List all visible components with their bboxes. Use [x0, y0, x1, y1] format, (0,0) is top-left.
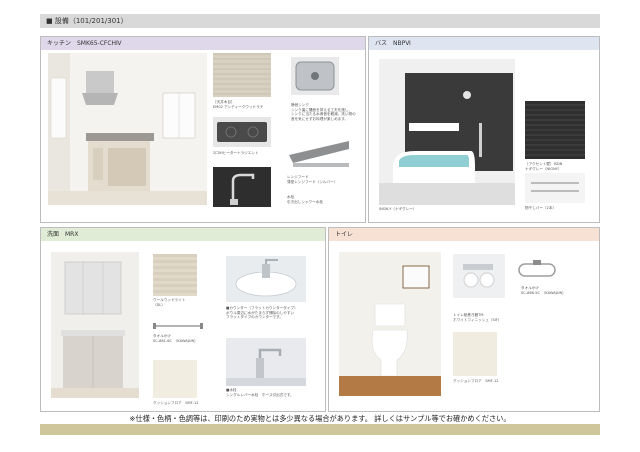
- towel-bar-caption: タオルかけ SC-881-6C （KAWAJUN）: [153, 334, 198, 343]
- range-hood-caption: レンジフード 薄型レンジフード（シルバー）: [287, 175, 338, 184]
- wash-wood-swatch: [153, 254, 197, 296]
- sink-caption: 静音シンク シンク裏に騒音を抑える工夫を施し、 シンクに当たる水滴音を軽減。洗い…: [291, 103, 356, 121]
- bath-title: バス NBPⅥ: [369, 37, 599, 50]
- paper-holder-caption: トイレ紙巻き器TM ホワイトフィニッシュ（SIF）: [453, 313, 502, 322]
- toilet-floor-swatch: [453, 332, 497, 376]
- footer-bar: [40, 424, 600, 435]
- vanity-photo: [51, 252, 139, 398]
- range-hood-photo: [285, 137, 355, 171]
- wash-faucet-photo: [226, 338, 306, 386]
- counter-caption: ■カウンター（フラットカウンタータイプ） ボウル周辺に水がたまらず掃除のしやすい…: [226, 306, 298, 319]
- toilet-title: トイレ: [329, 228, 599, 241]
- accent-wall-panel-caption: ［アクセント壁］ISDN ナギグレー（NIGNY）: [525, 162, 563, 171]
- faucet-caption: 水栓 引き出しシャワー水栓: [287, 195, 323, 204]
- bath-section: バス NBPⅥ INGN-Y（ナギグレー） ［アクセント壁］ISDN ナギグレー…: [368, 36, 600, 223]
- kitchen-scene: [48, 53, 207, 205]
- counter-photo: [226, 256, 306, 302]
- washroom-section: 洗面 MRX ウールウッドライト （DL） タオルかけ SC-881-6C （K…: [40, 227, 326, 412]
- kitchen-title: キッチン SMK65-CFCHⅣ: [41, 37, 365, 50]
- bathroom-caption: INGN-Y（ナギグレー）: [379, 207, 417, 211]
- wood-sample-swatch: [213, 53, 271, 97]
- faucet-photo: [213, 167, 271, 207]
- wood-sample-caption: ［天井木目］ EM02 アンティークウッドラテ: [213, 100, 264, 109]
- toilet-floor-caption: クッションフロア SMF-12: [453, 379, 499, 383]
- kitchen-section: キッチン SMK65-CFCHⅣ ［天井木目］ EM02 アンティークウッドラテ…: [40, 36, 366, 223]
- ih-cooktop-photo: [213, 117, 271, 147]
- drying-bar-photo: [525, 173, 585, 203]
- toilet-photo: [339, 252, 441, 396]
- drying-bar-caption: 物干しバー（2本）: [525, 206, 557, 210]
- page-title: ■ 設備（101/201/301）: [40, 14, 600, 28]
- bathroom-photo: [379, 59, 515, 205]
- paper-holder-photo: [453, 254, 505, 298]
- ih-cooktop-caption: 2口IHヒーター＋ラジエント: [213, 151, 259, 155]
- sink-photo: [291, 57, 339, 95]
- accent-wall-panel-swatch: [525, 101, 585, 159]
- towel-bar-photo: [151, 318, 205, 332]
- kitchen-photo: [48, 53, 207, 205]
- footer-note: ※仕様・色柄・色調等は、印刷のため実物とは多少異なる場合があります。 詳しくはサ…: [129, 414, 511, 423]
- towel-ring-photo: [517, 258, 557, 282]
- towel-ring-caption: タオルかけ SC-866-5C （KAWAJUN）: [521, 286, 566, 295]
- wash-faucet-caption: ■水栓 シングルレバー水栓 ホース引出式です。: [226, 388, 294, 397]
- toilet-section: トイレ トイレ紙巻き器TM ホワイトフィニッシュ（SIF） クッションフロア S…: [328, 227, 600, 412]
- washroom-title: 洗面 MRX: [41, 228, 325, 241]
- wash-floor-swatch: [153, 360, 197, 398]
- wash-floor-caption: クッションフロア SMF-12: [153, 401, 199, 405]
- wash-wood-caption: ウールウッドライト （DL）: [153, 298, 186, 307]
